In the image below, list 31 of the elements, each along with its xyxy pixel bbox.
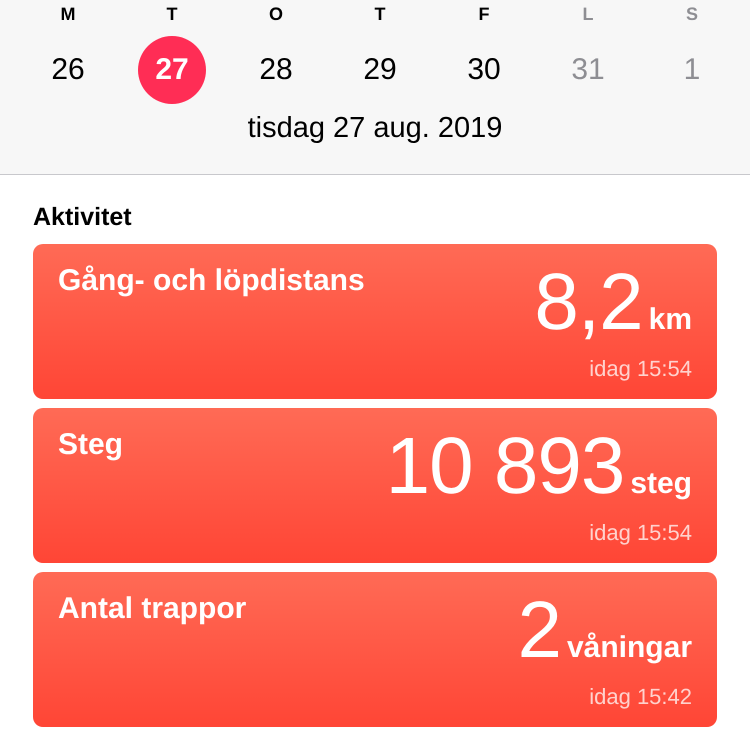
day-number[interactable]: 27 bbox=[138, 36, 206, 104]
card-title: Steg bbox=[58, 428, 124, 463]
weekday-label: M bbox=[60, 4, 76, 26]
day-number[interactable]: 30 bbox=[450, 36, 518, 104]
activity-card[interactable]: Gång- och löpdistans 8,2 km idag 15:54 bbox=[33, 244, 717, 399]
timestamp: idag 15:54 bbox=[589, 520, 692, 546]
metric-value: 10 893 bbox=[386, 426, 624, 506]
weekday-label: S bbox=[686, 4, 698, 26]
metric-value: 2 bbox=[517, 590, 561, 670]
metric-unit: steg bbox=[630, 469, 692, 499]
day-number[interactable]: 31 bbox=[554, 36, 622, 104]
weekday-label: F bbox=[478, 4, 490, 26]
metric-unit: km bbox=[648, 305, 692, 335]
metric-unit: våningar bbox=[566, 633, 692, 663]
weekday-label: L bbox=[582, 4, 594, 26]
activity-card[interactable]: Steg 10 893 steg idag 15:54 bbox=[33, 408, 717, 563]
timestamp: idag 15:54 bbox=[589, 356, 692, 382]
selected-date: tisdag 27 aug. 2019 bbox=[248, 112, 502, 145]
activity-card[interactable]: Antal trappor 2 våningar idag 15:42 bbox=[33, 572, 717, 727]
card-title: Gång- och löpdistans bbox=[58, 264, 365, 299]
weekday-label: T bbox=[374, 4, 386, 26]
section-title: Aktivitet bbox=[33, 203, 133, 232]
timestamp: idag 15:42 bbox=[589, 684, 692, 710]
day-number[interactable]: 26 bbox=[34, 36, 102, 104]
day-number[interactable]: 29 bbox=[346, 36, 414, 104]
weekday-label: O bbox=[268, 4, 283, 26]
metric-value: 8,2 bbox=[534, 262, 643, 342]
weekday-label: T bbox=[166, 4, 178, 26]
day-number[interactable]: 28 bbox=[242, 36, 310, 104]
card-title: Antal trappor bbox=[58, 592, 246, 627]
day-number[interactable]: 1 bbox=[658, 36, 726, 104]
